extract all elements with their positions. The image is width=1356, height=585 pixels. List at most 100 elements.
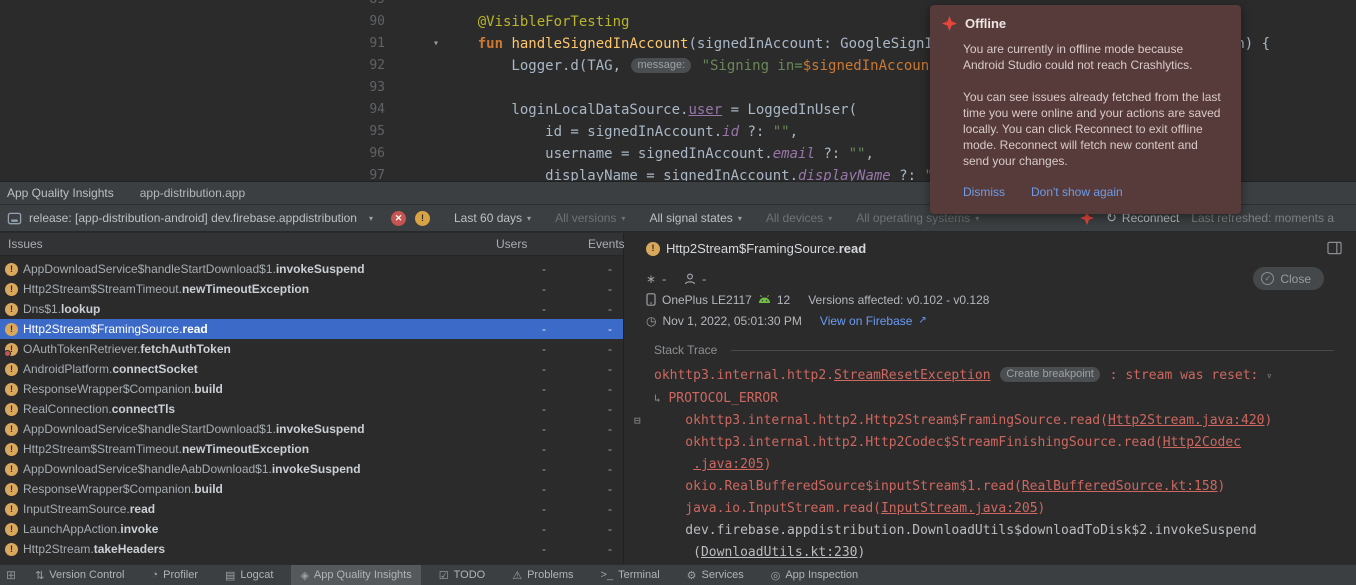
- statusbar-item-app-quality-insights[interactable]: ◈App Quality Insights: [291, 565, 420, 585]
- issue-row[interactable]: !ResponseWrapper$Companion.build--: [0, 479, 623, 499]
- issue-nonfatal-icon: !: [5, 503, 18, 516]
- code-text[interactable]: loginLocalDataSource.user = LoggedInUser…: [444, 99, 857, 121]
- issue-method-name: read: [130, 502, 155, 516]
- line-number[interactable]: 94: [0, 99, 400, 121]
- view-on-firebase-link[interactable]: View on Firebase: [820, 314, 913, 328]
- statusbar-item-todo[interactable]: ☑TODO: [430, 565, 494, 585]
- issue-title-method: read: [839, 241, 866, 256]
- app-inspection-icon: ◎: [771, 569, 781, 582]
- statusbar-item-logcat[interactable]: ▤Logcat: [216, 565, 282, 585]
- statusbar-item-terminal[interactable]: >_Terminal: [592, 565, 669, 585]
- issue-users-count: -: [500, 282, 546, 296]
- stack-frame-link[interactable]: .java:205: [693, 457, 763, 472]
- close-button[interactable]: ✓ Close: [1253, 267, 1324, 290]
- statusbar-item-profiler[interactable]: ◔Profiler: [143, 565, 208, 585]
- stack-frame-link[interactable]: DownloadUtils.kt:230: [701, 545, 858, 560]
- fold-gutter: [400, 99, 444, 121]
- android-studio-window: 8990 @VisibleForTesting91▾ fun handleSig…: [0, 0, 1356, 585]
- column-users[interactable]: Users: [496, 233, 527, 255]
- stack-frame-link[interactable]: StreamResetException: [834, 368, 991, 383]
- tab-app-distribution[interactable]: app-distribution.app: [140, 186, 245, 200]
- issues-table-header: Issues Users Events: [0, 233, 623, 256]
- issue-row[interactable]: !InputStreamSource.read--: [0, 499, 623, 519]
- dismiss-link[interactable]: Dismiss: [963, 185, 1005, 199]
- issue-row[interactable]: !RealConnection.connectTls--: [0, 399, 623, 419]
- issue-users-count: -: [500, 482, 546, 496]
- issue-events-count: -: [566, 342, 612, 356]
- issue-row[interactable]: !Http2Stream$StreamTimeout.newTimeoutExc…: [0, 279, 623, 299]
- statusbar-item-problems[interactable]: ⚠Problems: [503, 565, 582, 585]
- issue-warning-icon: !: [646, 242, 660, 256]
- stack-frame-link[interactable]: Http2Codec: [1163, 435, 1241, 450]
- device-name: OnePlus LE2117: [662, 293, 752, 307]
- line-number[interactable]: 91: [0, 33, 400, 55]
- issue-users-count: -: [500, 522, 546, 536]
- column-issues[interactable]: Issues: [8, 237, 43, 251]
- android-icon: [758, 295, 771, 304]
- problems-icon: ⚠: [512, 569, 522, 582]
- chevron-down-icon: ▾: [621, 214, 625, 223]
- dont-show-again-link[interactable]: Don't show again: [1031, 185, 1123, 199]
- issue-users-count: -: [500, 502, 546, 516]
- issue-row[interactable]: !Http2Stream$FramingSource.read--: [0, 319, 623, 339]
- statusbar-item-label: App Quality Insights: [314, 569, 412, 581]
- stack-frame-link[interactable]: InputStream.java:205: [881, 501, 1038, 516]
- create-breakpoint-inlay[interactable]: Create breakpoint: [1000, 367, 1099, 382]
- code-text[interactable]: displayName = signedInAccount.displayNam…: [444, 165, 941, 182]
- device-icon: [646, 293, 656, 306]
- issue-row[interactable]: !AndroidPlatform.connectSocket--: [0, 359, 623, 379]
- issue-row[interactable]: !AppDownloadService$handleStartDownload$…: [0, 259, 623, 279]
- code-text[interactable]: Logger.d(TAG, message: "Signing in=$sign…: [444, 55, 954, 77]
- column-events[interactable]: Events: [588, 233, 625, 255]
- line-number[interactable]: 92: [0, 55, 400, 77]
- issue-row[interactable]: !Http2Stream.takeHeaders--: [0, 539, 623, 559]
- code-text[interactable]: username = signedInAccount.email ?: "",: [444, 143, 874, 165]
- run-config-selector[interactable]: release: [app-distribution-android] dev.…: [7, 211, 373, 226]
- stack-line: (DownloadUtils.kt:230): [654, 542, 1356, 564]
- issue-method-name: lookup: [61, 302, 100, 316]
- chevron-down-icon: ▾: [527, 214, 531, 223]
- issue-row[interactable]: !ResponseWrapper$Companion.build--: [0, 379, 623, 399]
- issue-method-name: newTimeoutException: [182, 282, 309, 296]
- issue-events-count: -: [566, 542, 612, 556]
- fold-gutter: [400, 77, 444, 99]
- line-number[interactable]: 95: [0, 121, 400, 143]
- code-text[interactable]: id = signedInAccount.id ?: "",: [444, 121, 798, 143]
- line-number[interactable]: 96: [0, 143, 400, 165]
- issue-events-count: -: [566, 362, 612, 376]
- stack-frame-link[interactable]: RealBufferedSource.kt:158: [1022, 479, 1218, 494]
- chevron-down-icon: ▿: [1266, 371, 1272, 382]
- issue-nonfatal-icon: !: [5, 383, 18, 396]
- filter-all-signal-states[interactable]: All signal states▾: [649, 211, 741, 225]
- offline-error-icon[interactable]: ✕: [391, 211, 406, 226]
- code-text[interactable]: @VisibleForTesting: [444, 11, 629, 33]
- filter-all-devices[interactable]: All devices▾: [766, 211, 832, 225]
- nonfatal-filter-icon[interactable]: !: [415, 211, 430, 226]
- issue-row[interactable]: !AppDownloadService$handleStartDownload$…: [0, 419, 623, 439]
- line-number[interactable]: 90: [0, 11, 400, 33]
- statusbar-item-version-control[interactable]: ⇅Version Control: [26, 565, 133, 585]
- issue-meta: ∗ - - OnePlus LE2117 12 Ver: [624, 268, 1356, 331]
- statusbar-item-app-inspection[interactable]: ◎App Inspection: [762, 565, 867, 585]
- issue-users-count: -: [500, 382, 546, 396]
- fold-collapse-icon[interactable]: ⊟: [634, 410, 641, 432]
- issue-row[interactable]: !Dns$1.lookup--: [0, 299, 623, 319]
- issues-list: !AppDownloadService$handleStartDownload$…: [0, 256, 623, 564]
- line-number[interactable]: 89: [0, 0, 400, 11]
- stack-frame-link[interactable]: Http2Stream.java:420: [1108, 413, 1265, 428]
- issue-row[interactable]: !LaunchAppAction.invoke--: [0, 519, 623, 539]
- issue-nonfatal-icon: !: [5, 363, 18, 376]
- stack-line: ↳ PROTOCOL_ERROR: [654, 388, 1356, 410]
- issue-row[interactable]: !AppDownloadService$handleAabDownload$1.…: [0, 459, 623, 479]
- panel-layout-icon[interactable]: [1327, 241, 1342, 260]
- tool-window-switcher-icon[interactable]: ⊞: [6, 568, 16, 582]
- stack-line: dev.firebase.appdistribution.DownloadUti…: [654, 520, 1356, 542]
- issue-row[interactable]: !OAuthTokenRetriever.fetchAuthToken--: [0, 339, 623, 359]
- filter-all-versions[interactable]: All versions▾: [555, 211, 625, 225]
- statusbar-item-services[interactable]: ⚙Services: [678, 565, 753, 585]
- filter-last-60-days[interactable]: Last 60 days▾: [454, 211, 531, 225]
- line-number[interactable]: 97: [0, 165, 400, 182]
- fold-icon[interactable]: ▾: [400, 33, 444, 55]
- issue-row[interactable]: !Http2Stream$StreamTimeout.newTimeoutExc…: [0, 439, 623, 459]
- line-number[interactable]: 93: [0, 77, 400, 99]
